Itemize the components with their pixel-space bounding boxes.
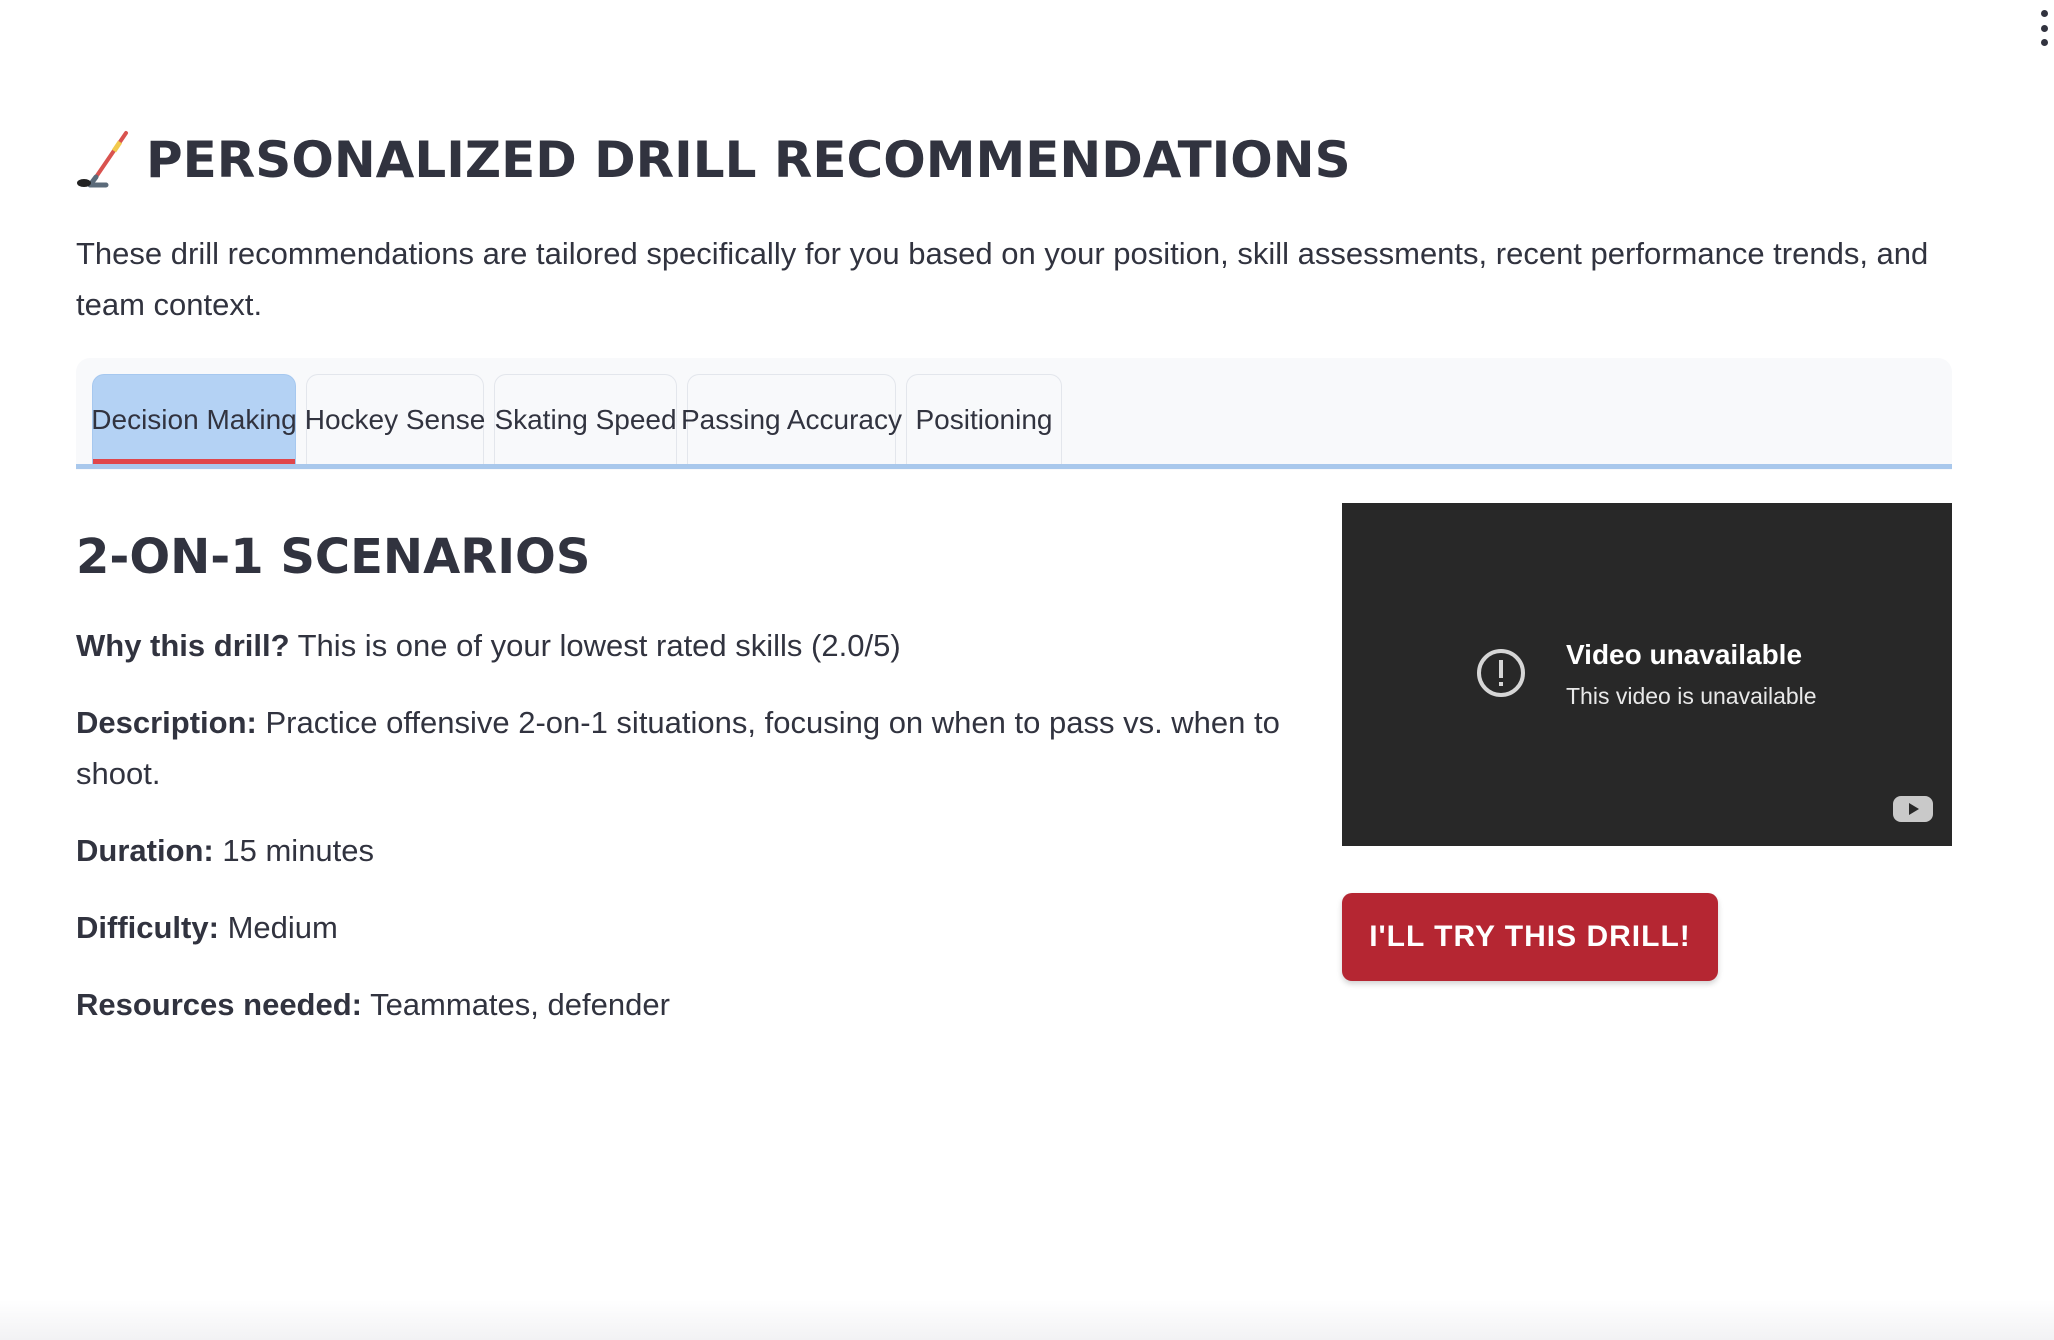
video-player[interactable]: Video unavailable This video is unavaila…	[1342, 503, 1952, 846]
resources-label: Resources needed:	[76, 987, 362, 1022]
resources-value: Teammates, defender	[370, 987, 670, 1022]
menu-dot-icon	[2040, 24, 2048, 32]
drill-details: 2-ON-1 SCENARIOS Why this drill? This is…	[76, 520, 1306, 1030]
difficulty-field: Difficulty: Medium	[76, 902, 1306, 953]
why-field: Why this drill? This is one of your lowe…	[76, 620, 1306, 671]
try-drill-button[interactable]: I'LL TRY THIS DRILL!	[1342, 893, 1718, 981]
youtube-icon[interactable]	[1892, 794, 1934, 824]
description-label: Description:	[76, 705, 257, 740]
video-unavailable-title: Video unavailable	[1566, 639, 1803, 670]
tab-decision-making[interactable]: Decision Making	[91, 374, 297, 464]
skill-tab-bar: Decision Making Hockey Sense Skating Spe…	[76, 358, 1952, 470]
hockey-stick-icon	[77, 131, 128, 188]
tab-skating-speed[interactable]: Skating Speed	[494, 374, 677, 464]
why-value: This is one of your lowest rated skills …	[297, 628, 901, 663]
drill-title: 2-ON-1 SCENARIOS	[76, 529, 591, 585]
main-menu-button[interactable]	[2038, 10, 2050, 46]
difficulty-label: Difficulty:	[76, 910, 219, 945]
bottom-edge	[0, 1300, 2054, 1340]
menu-dot-icon	[2040, 10, 2048, 17]
intro-text: These drill recommendations are tailored…	[76, 236, 1929, 322]
description-value: Practice offensive 2-on-1 situations, fo…	[76, 705, 1280, 791]
resources-field: Resources needed: Teammates, defender	[76, 979, 1306, 1030]
duration-field: Duration: 15 minutes	[76, 825, 1306, 876]
tab-positioning[interactable]: Positioning	[906, 374, 1062, 464]
difficulty-value: Medium	[227, 910, 338, 945]
alert-circle-icon	[1477, 649, 1525, 697]
duration-value: 15 minutes	[222, 833, 375, 868]
video-unavailable-subtitle: This video is unavailable	[1566, 683, 1817, 709]
duration-label: Duration:	[76, 833, 214, 868]
why-label: Why this drill?	[76, 628, 290, 663]
tab-hockey-sense[interactable]: Hockey Sense	[305, 374, 485, 464]
tab-divider	[76, 464, 1952, 469]
description-field: Description: Practice offensive 2-on-1 s…	[76, 697, 1306, 799]
menu-dot-icon	[2040, 39, 2048, 46]
page-header: PERSONALIZED DRILL RECOMMENDATIONS	[76, 120, 1952, 200]
tab-passing-accuracy[interactable]: Passing Accuracy	[681, 374, 902, 464]
page-title: PERSONALIZED DRILL RECOMMENDATIONS	[146, 131, 1351, 189]
main-content: PERSONALIZED DRILL RECOMMENDATIONS These…	[76, 120, 1952, 1022]
drill-media: Video unavailable This video is unavaila…	[1342, 503, 1952, 981]
